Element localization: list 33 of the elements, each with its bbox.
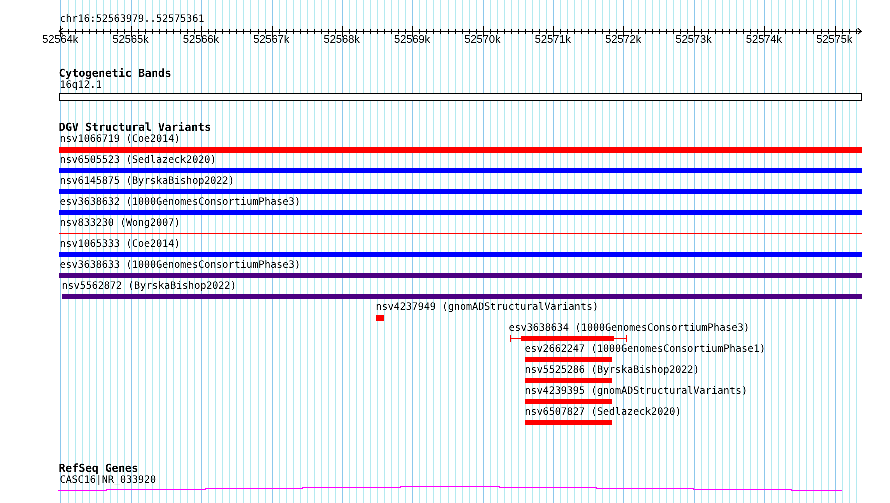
feature-label: esv3638632 (1000GenomesConsortiumPhase3) xyxy=(60,197,301,209)
feature-label: CASC16|NR_033920 xyxy=(60,475,156,487)
feature-label: nsv1065333 (Coe2014) xyxy=(60,239,180,251)
tick-label: 52575k xyxy=(816,34,854,46)
feature-label: nsv6145875 (ByrskaBishop2022) xyxy=(60,176,235,188)
tick-label: 52564k xyxy=(41,34,80,46)
feature-label: esv3638634 (1000GenomesConsortiumPhase3) xyxy=(509,323,750,335)
tick-label: 52571k xyxy=(534,34,572,46)
variant-bar[interactable] xyxy=(509,334,629,343)
feature-label: nsv5525286 (ByrskaBishop2022) xyxy=(525,365,700,377)
tick-label: 52570k xyxy=(464,34,502,46)
feature-label: nsv1066719 (Coe2014) xyxy=(60,134,180,146)
tick-label: 52568k xyxy=(322,34,362,46)
feature-label: nsv6505523 (Sedlazeck2020) xyxy=(60,155,217,167)
tick-label: 52569k xyxy=(393,34,432,46)
feature-label: nsv4237949 (gnomADStructuralVariants) xyxy=(376,302,599,314)
feature-label: esv3638633 (1000GenomesConsortiumPhase3) xyxy=(60,260,301,272)
tick-label: 52567k xyxy=(252,34,291,46)
feature-label: esv2662247 (1000GenomesConsortiumPhase1) xyxy=(525,344,766,356)
tick-label: 52573k xyxy=(674,34,713,46)
feature-label: nsv4239395 (gnomADStructuralVariants) xyxy=(525,386,748,398)
feature-label: nsv833230 (Wong2007) xyxy=(60,218,180,230)
location-label: chr16:52563979..52575361 xyxy=(60,14,204,26)
tick-label: 52566k xyxy=(182,34,220,46)
tick-label: 52572k xyxy=(604,34,643,46)
track-title: DGV Structural Variants xyxy=(59,122,212,134)
feature-label: nsv5562872 (ByrskaBishop2022) xyxy=(62,281,237,293)
feature-label: 16q12.1 xyxy=(60,80,102,92)
track-title: RefSeq Genes xyxy=(59,463,138,475)
tick-label: 52574k xyxy=(745,34,784,46)
track-title: Cytogenetic Bands xyxy=(59,68,172,80)
feature-label: nsv6507827 (Sedlazeck2020) xyxy=(525,407,682,419)
tick-label: 52565k xyxy=(112,34,150,46)
